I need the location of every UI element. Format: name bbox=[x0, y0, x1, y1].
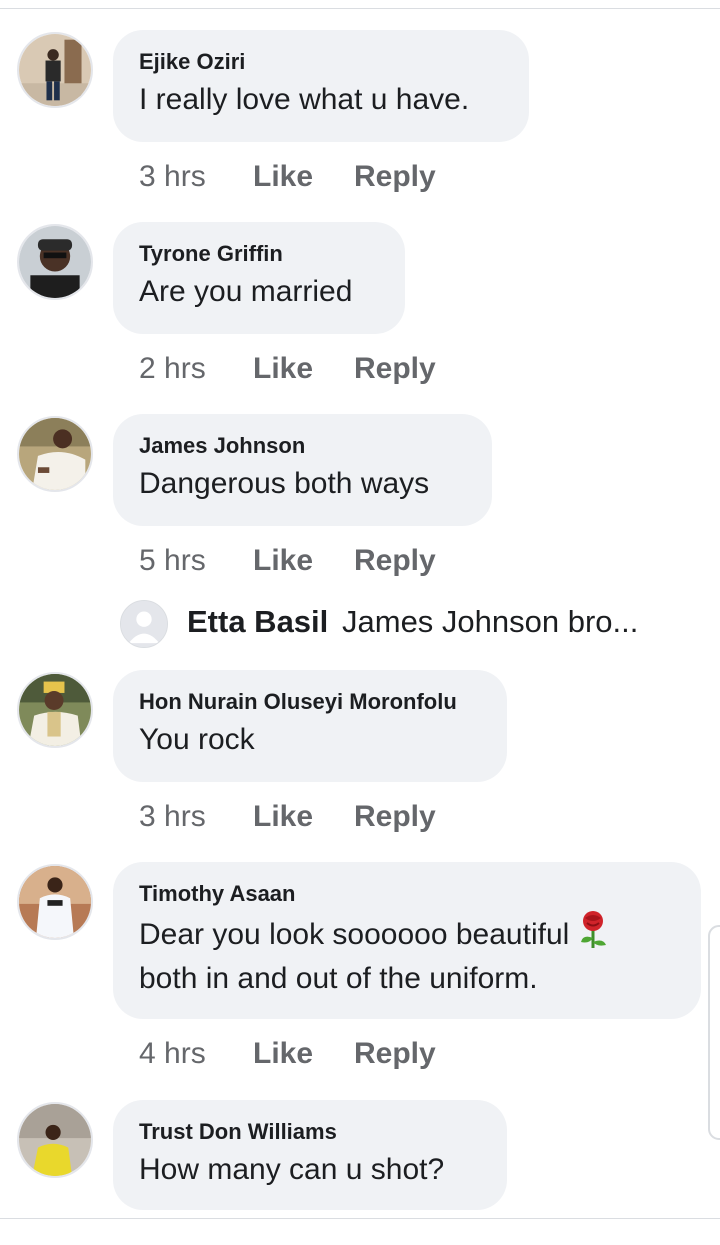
like-button[interactable]: Like bbox=[253, 351, 354, 387]
comment-bubble[interactable]: Tyrone Griffin Are you married bbox=[113, 222, 405, 334]
comment-text: Are you married bbox=[139, 275, 353, 308]
rose-emoji-icon bbox=[575, 910, 611, 950]
avatar[interactable] bbox=[17, 672, 93, 748]
reply-button[interactable]: Reply bbox=[354, 799, 436, 835]
reply-button[interactable]: Reply bbox=[354, 351, 436, 387]
like-button[interactable]: Like bbox=[253, 543, 354, 579]
like-button[interactable]: Like bbox=[253, 1036, 354, 1072]
comment-time: 5 hrs bbox=[139, 544, 206, 577]
comment-author[interactable]: Hon Nurain Oluseyi Moronfolu bbox=[139, 688, 481, 716]
comment-text: I really love what u have. bbox=[139, 83, 470, 116]
reply-button[interactable]: Reply bbox=[354, 543, 436, 579]
comment-text-line1: Dear you look soooooo beautiful bbox=[139, 918, 570, 951]
comment-text: You rock bbox=[139, 723, 255, 756]
comment-bubble[interactable]: James Johnson Dangerous both ways bbox=[113, 414, 492, 526]
avatar[interactable] bbox=[17, 416, 93, 492]
avatar[interactable] bbox=[17, 32, 93, 108]
comment-actions: 3 hrs Like Reply bbox=[139, 799, 436, 835]
comment-text: Dear you look soooooo beautiful both in … bbox=[139, 910, 675, 1001]
comment-time: 3 hrs bbox=[139, 160, 206, 193]
comment-author[interactable]: James Johnson bbox=[139, 432, 466, 460]
comment-text-line2: both in and out of the uniform. bbox=[139, 962, 538, 995]
comment-bubble[interactable]: Ejike Oziri I really love what u have. bbox=[113, 30, 529, 142]
reply-preview[interactable]: Etta Basil James Johnson bro... bbox=[120, 598, 710, 648]
side-panel-edge bbox=[708, 925, 720, 1140]
top-divider bbox=[0, 8, 720, 9]
like-button[interactable]: Like bbox=[253, 159, 354, 195]
default-avatar-icon bbox=[120, 600, 168, 648]
comment-actions: 5 hrs Like Reply bbox=[139, 543, 436, 579]
comment-text: How many can u shot? bbox=[139, 1153, 445, 1186]
avatar[interactable] bbox=[17, 1102, 93, 1178]
comment-author[interactable]: Trust Don Williams bbox=[139, 1118, 481, 1146]
reply-author[interactable]: Etta Basil bbox=[187, 604, 328, 640]
comment-time: 3 hrs bbox=[139, 800, 206, 833]
reply-button[interactable]: Reply bbox=[354, 1036, 436, 1072]
comment-author[interactable]: Ejike Oziri bbox=[139, 48, 503, 76]
comment-time: 4 hrs bbox=[139, 1037, 206, 1070]
comment-actions: 2 hrs Like Reply bbox=[139, 351, 436, 387]
reply-text: James Johnson bro... bbox=[342, 604, 639, 639]
comment-time: 2 hrs bbox=[139, 352, 206, 385]
comment-actions: 3 hrs Like Reply bbox=[139, 159, 436, 195]
bottom-divider bbox=[0, 1218, 720, 1219]
comment-author[interactable]: Timothy Asaan bbox=[139, 880, 675, 908]
comment-text: Dangerous both ways bbox=[139, 467, 430, 500]
comment-bubble[interactable]: Timothy Asaan Dear you look soooooo beau… bbox=[113, 862, 701, 1019]
reply-button[interactable]: Reply bbox=[354, 159, 436, 195]
comments-screen: Ejike Oziri I really love what u have. 3… bbox=[0, 0, 720, 1245]
comment-author[interactable]: Tyrone Griffin bbox=[139, 240, 379, 268]
avatar[interactable] bbox=[17, 224, 93, 300]
comment-bubble[interactable]: Trust Don Williams How many can u shot? bbox=[113, 1100, 507, 1210]
avatar[interactable] bbox=[17, 864, 93, 940]
comment-actions: 4 hrs Like Reply bbox=[139, 1036, 436, 1072]
comment-bubble[interactable]: Hon Nurain Oluseyi Moronfolu You rock bbox=[113, 670, 507, 782]
like-button[interactable]: Like bbox=[253, 799, 354, 835]
